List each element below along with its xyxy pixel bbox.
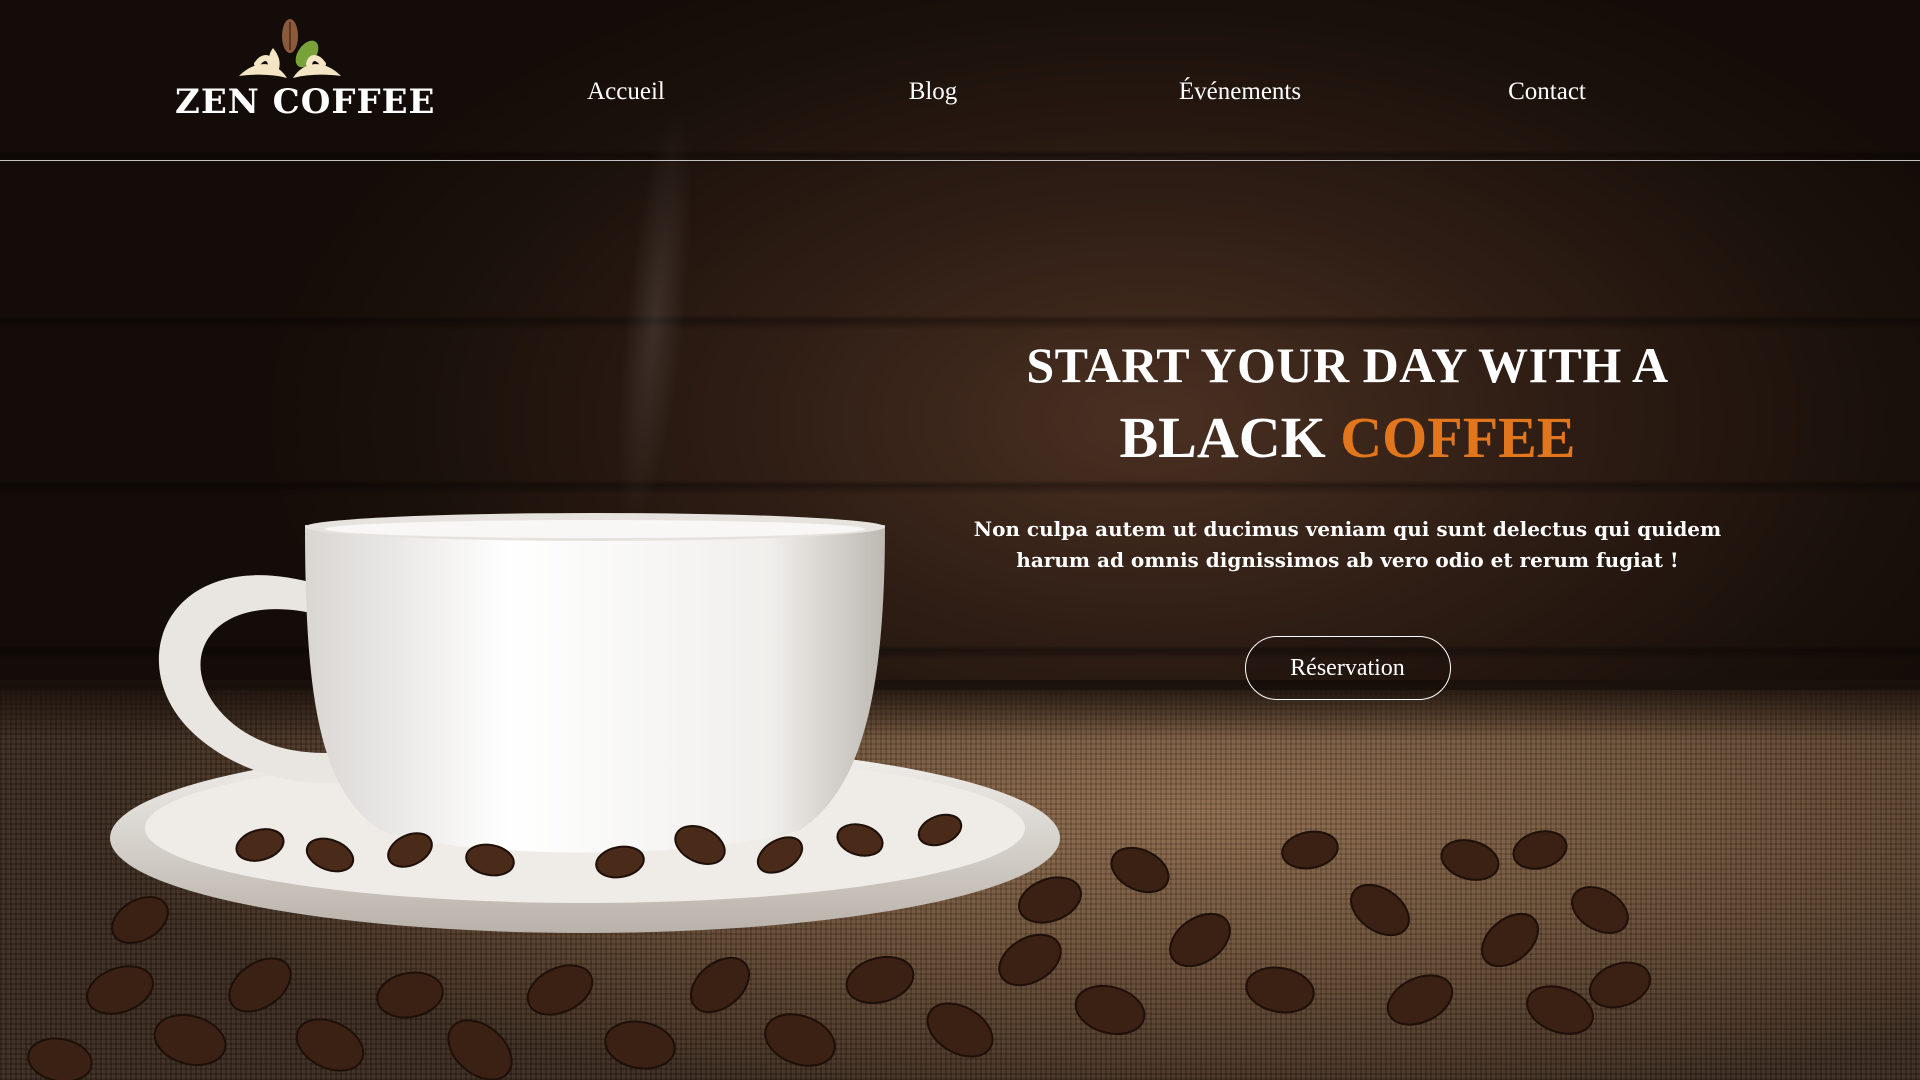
nav-link-blog[interactable]: Blog — [909, 78, 958, 106]
headline-word-black: BLACK — [1119, 405, 1326, 470]
hero-headline-line2: BLACK COFFEE — [940, 400, 1755, 476]
hero-section: START YOUR DAY WITH A BLACK COFFEE Non c… — [940, 330, 1755, 700]
reservation-button[interactable]: Réservation — [1244, 636, 1451, 700]
nav-link-accueil[interactable]: Accueil — [587, 78, 665, 106]
coffee-leaves-logo-icon — [239, 19, 341, 78]
headline-word-coffee: COFFEE — [1340, 405, 1576, 470]
site-header: ZEN COFFEE Accueil Blog Événements Conta… — [0, 0, 1920, 161]
nav-link-evenements[interactable]: Événements — [1179, 78, 1301, 106]
hero-description: Non culpa autem ut ducimus veniam qui su… — [973, 517, 1722, 572]
nav-link-contact[interactable]: Contact — [1508, 78, 1586, 106]
hero-headline-line1: START YOUR DAY WITH A — [1026, 337, 1669, 393]
main-navigation: Accueil Blog Événements Contact — [0, 78, 1920, 114]
